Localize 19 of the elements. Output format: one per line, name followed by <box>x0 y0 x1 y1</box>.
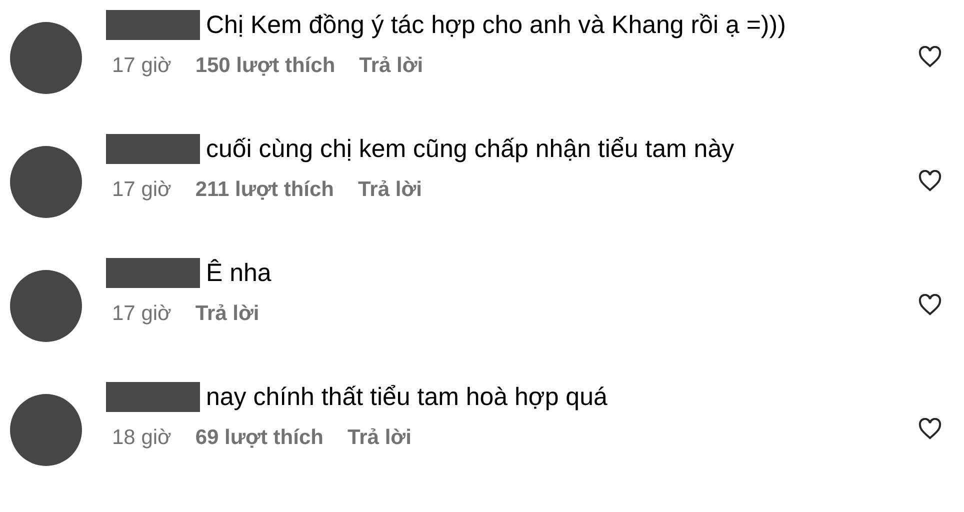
comment-text: cuối cùng chị kem cũng chấp nhận tiểu tam này <box>206 134 734 164</box>
comment-text: Ê nha <box>206 258 272 288</box>
like-count[interactable]: 211 lượt thích <box>195 178 334 202</box>
heart-icon[interactable] <box>918 418 942 440</box>
like-count[interactable]: 69 lượt thích <box>195 426 324 450</box>
comment-time: 17 giờ <box>112 302 172 326</box>
comment-text: Chị Kem đồng ý tác hợp cho anh và Khang rồi ạ =))) <box>206 10 786 40</box>
comment-time: 18 giờ <box>112 426 172 450</box>
reply-link[interactable]: Trả lời <box>347 426 412 450</box>
reply-link[interactable]: Trả lời <box>359 54 424 78</box>
heart-icon[interactable] <box>918 170 942 192</box>
comment-text: nay chính thất tiểu tam hoà hợp quá <box>206 382 608 412</box>
like-count[interactable]: 150 lượt thích <box>195 54 336 78</box>
reply-link[interactable]: Trả lời <box>358 178 422 202</box>
heart-icon[interactable] <box>918 46 942 68</box>
comment-time: 17 giờ <box>112 178 172 202</box>
reply-link[interactable]: Trả lời <box>195 302 260 326</box>
comment-time: 17 giờ <box>112 54 172 78</box>
heart-icon[interactable] <box>918 294 942 316</box>
